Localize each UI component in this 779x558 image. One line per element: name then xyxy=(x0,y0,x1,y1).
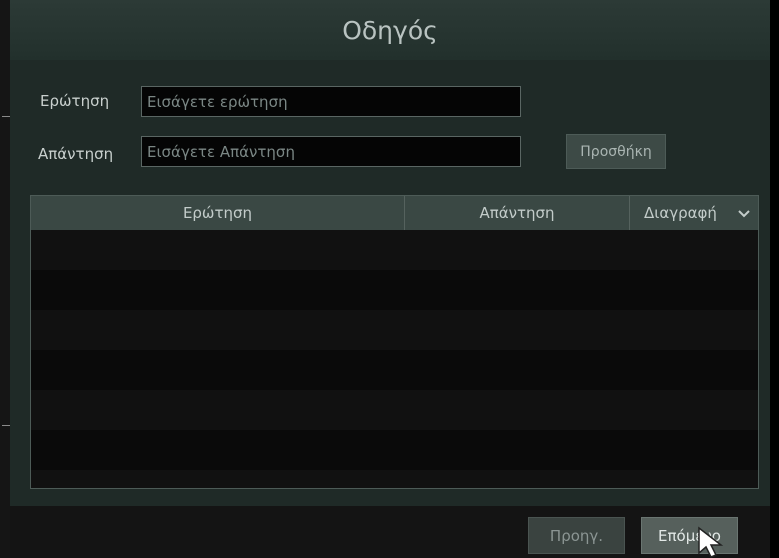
answer-input[interactable] xyxy=(141,136,521,167)
question-input[interactable] xyxy=(141,86,521,117)
table-row xyxy=(31,470,758,488)
column-header-answer[interactable]: Απάντηση xyxy=(404,196,629,230)
table-row xyxy=(31,310,758,350)
titlebar: Οδηγός xyxy=(10,0,770,60)
table-header: Ερώτηση Απάντηση Διαγραφή xyxy=(31,196,758,230)
column-header-delete[interactable]: Διαγραφή xyxy=(629,196,731,230)
left-edge xyxy=(0,0,10,558)
table-row xyxy=(31,390,758,430)
mouse-cursor-icon xyxy=(698,526,724,558)
table-row xyxy=(31,270,758,310)
table-row xyxy=(31,350,758,390)
question-label: Ερώτηση xyxy=(40,92,110,110)
answer-label: Απάντηση xyxy=(38,145,114,163)
window-title: Οδηγός xyxy=(342,15,438,45)
right-strip xyxy=(770,0,779,558)
column-header-question[interactable]: Ερώτηση xyxy=(31,196,404,230)
previous-button[interactable]: Προηγ. xyxy=(528,517,625,554)
qa-table: Ερώτηση Απάντηση Διαγραφή xyxy=(30,195,759,489)
edge-tick xyxy=(2,116,10,117)
chevron-down-icon[interactable] xyxy=(736,205,752,221)
edge-tick xyxy=(2,425,10,426)
table-row xyxy=(31,230,758,270)
add-button[interactable]: Προσθήκη xyxy=(566,134,666,169)
wizard-window: Οδηγός Ερώτηση Απάντηση Προσθήκη Ερώτηση… xyxy=(10,0,770,558)
table-row xyxy=(31,430,758,470)
